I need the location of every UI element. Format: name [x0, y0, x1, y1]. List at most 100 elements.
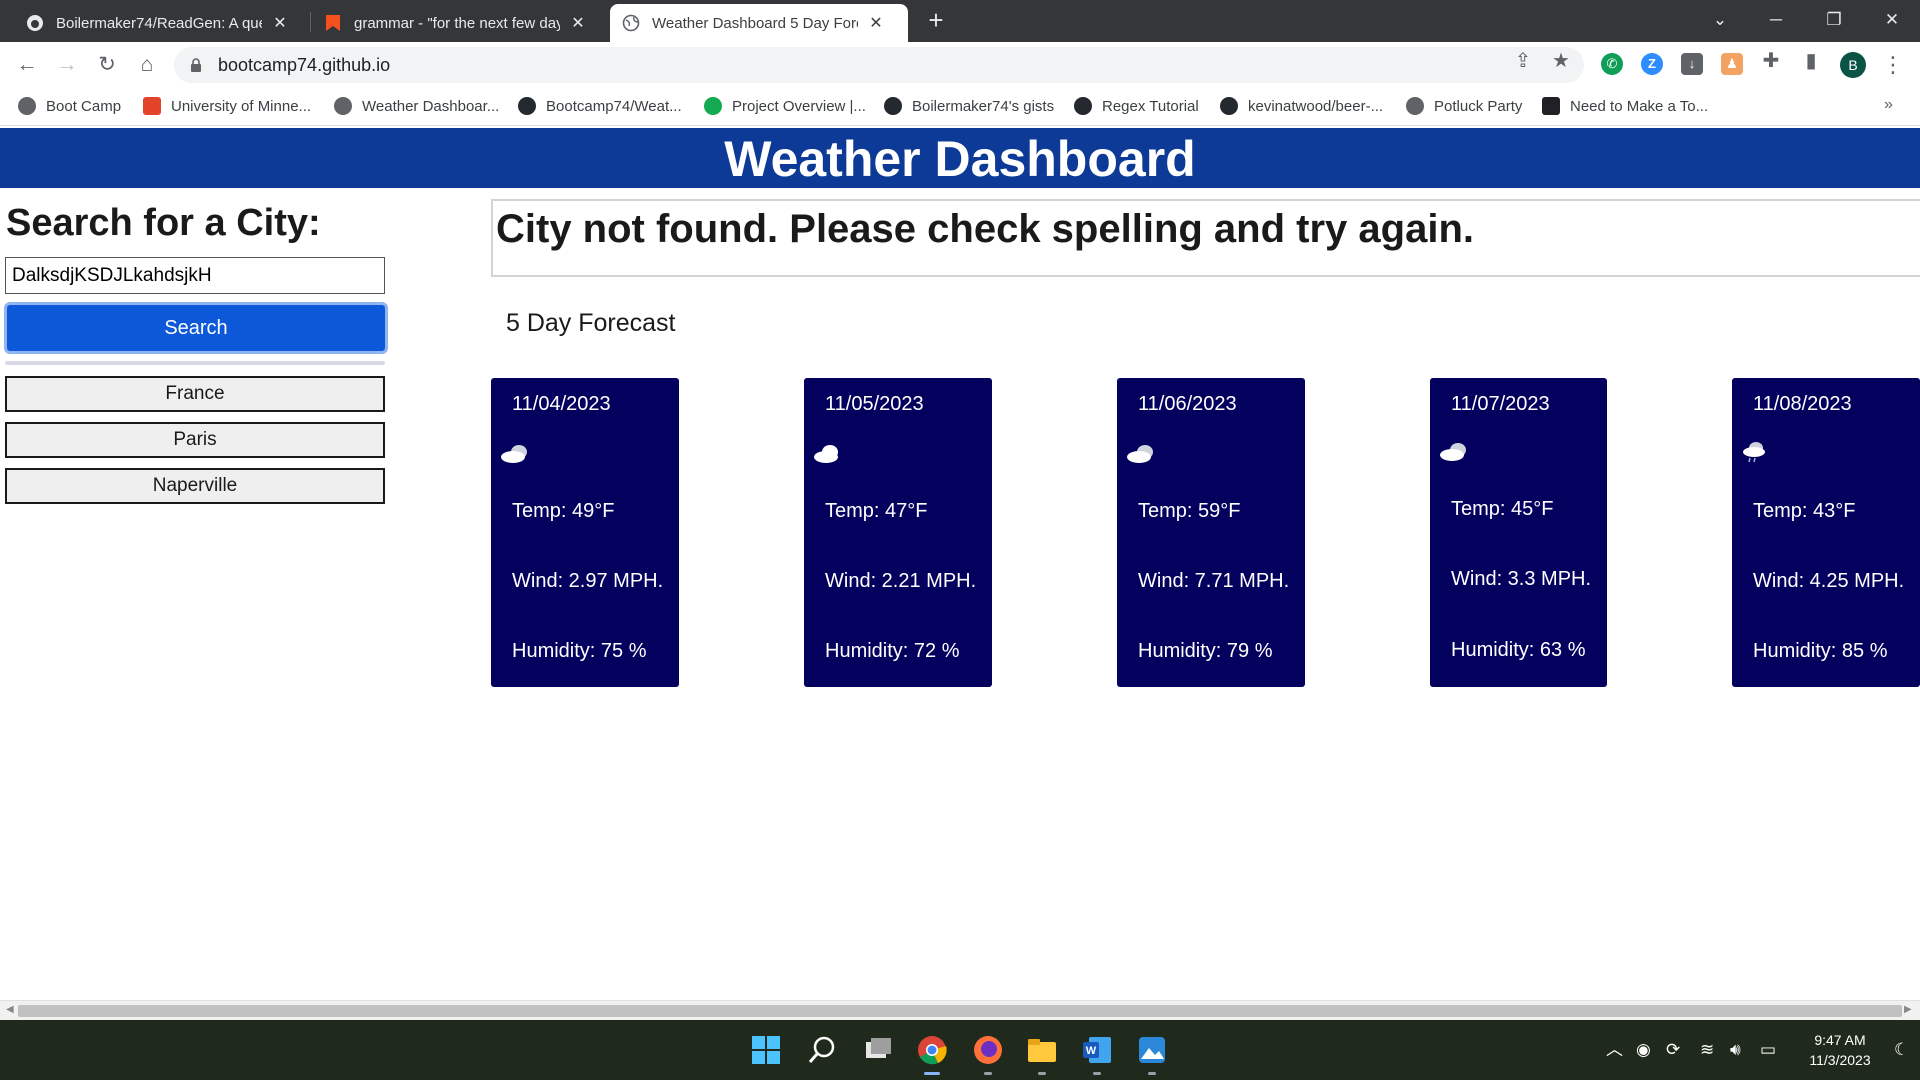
scrollbar-thumb[interactable]	[18, 1005, 1902, 1017]
system-clock[interactable]: 9:47 AM 11/3/2023	[1792, 1030, 1888, 1070]
notifications-icon[interactable]: ☾	[1894, 1038, 1909, 1062]
bookmark-item[interactable]: Weather Dashboar...	[334, 97, 499, 115]
chrome-icon[interactable]	[916, 1034, 948, 1066]
person-extension-icon[interactable]: ♟	[1721, 53, 1743, 75]
tab-title: Boilermaker74/ReadGen: A ques	[56, 14, 262, 32]
minimize-icon[interactable]: ─	[1748, 0, 1804, 42]
forecast-temp: Temp: 43°F	[1753, 500, 1856, 522]
forecast-temp: Temp: 47°F	[825, 500, 928, 522]
volume-icon[interactable]: 🔊︎	[1730, 1038, 1741, 1062]
phone-extension-icon[interactable]: ✆	[1601, 53, 1623, 75]
forecast-heading: 5 Day Forecast	[506, 309, 676, 337]
address-bar[interactable]: bootcamp74.github.io	[174, 47, 1584, 83]
forecast-date: 11/04/2023	[512, 393, 611, 415]
scroll-right-icon[interactable]: ▶	[1904, 1004, 1912, 1015]
gitlab-icon	[143, 97, 161, 115]
extensions-puzzle-icon[interactable]: ✚	[1760, 50, 1782, 72]
share-icon[interactable]: ⇪	[1512, 50, 1534, 72]
search-button[interactable]: Search	[4, 302, 388, 354]
tab-search-icon[interactable]: ⌄	[1692, 0, 1748, 42]
photos-icon[interactable]	[1136, 1034, 1168, 1066]
forecast-wind: Wind: 7.71 MPH.	[1138, 570, 1290, 592]
close-window-icon[interactable]: ✕	[1864, 0, 1920, 42]
file-explorer-icon[interactable]	[1026, 1034, 1058, 1066]
home-icon[interactable]: ⌂	[132, 50, 162, 80]
browser-toolbar: ← → ↻ ⌂ bootcamp74.github.io ⇪ ★ ✆ Z ↓ ♟…	[0, 42, 1920, 88]
forecast-card: 11/07/2023 Temp: 45°F Wind: 3.3 MPH. Hum…	[1430, 378, 1607, 687]
history-city-button[interactable]: Paris	[5, 422, 385, 458]
horizontal-scrollbar[interactable]: ◀ ▶	[0, 1000, 1920, 1020]
back-icon[interactable]: ←	[12, 50, 42, 80]
forecast-card: 11/08/2023 Temp: 43°F Wind: 4.25 MPH. Hu…	[1732, 378, 1920, 687]
new-tab-button[interactable]: +	[922, 6, 950, 34]
windows-taskbar: W ︿ ◉ ⟳ ≋ 🔊︎ ▭ 9:47 AM 11/3/2023 ☾	[0, 1020, 1920, 1080]
browser-tab[interactable]: Boilermaker74/ReadGen: A ques ✕	[14, 4, 300, 42]
download-extension-icon[interactable]: ↓	[1681, 53, 1703, 75]
running-app-indicator	[1038, 1072, 1046, 1075]
cloud-icon	[814, 445, 838, 463]
restore-icon[interactable]: ❐	[1806, 0, 1862, 42]
tray-overflow-icon[interactable]: ︿	[1606, 1038, 1623, 1062]
github-icon	[518, 97, 536, 115]
close-tab-icon[interactable]: ✕	[570, 13, 586, 33]
forecast-temp: Temp: 59°F	[1138, 500, 1241, 522]
github-icon	[884, 97, 902, 115]
windows-start-icon[interactable]	[750, 1034, 782, 1066]
forecast-humidity: Humidity: 63 %	[1451, 639, 1586, 661]
reload-icon[interactable]: ↻	[92, 50, 122, 80]
sync-icon[interactable]: ⟳	[1666, 1038, 1680, 1062]
bookmark-item[interactable]: Boilermaker74's gists	[884, 97, 1054, 115]
clock-time: 9:47 AM	[1814, 1032, 1866, 1048]
search-icon[interactable]	[806, 1034, 838, 1066]
wifi-icon[interactable]: ≋	[1700, 1038, 1714, 1062]
forecast-wind: Wind: 2.21 MPH.	[825, 570, 977, 592]
forecast-wind: Wind: 3.3 MPH.	[1451, 568, 1592, 590]
forward-icon[interactable]: →	[52, 50, 82, 80]
forecast-wind: Wind: 4.25 MPH.	[1753, 570, 1905, 592]
more-bookmarks-icon[interactable]: »	[1884, 96, 1893, 114]
codepen-icon	[1542, 97, 1560, 115]
tab-title: Weather Dashboard 5 Day Forec	[652, 14, 858, 32]
side-panel-icon[interactable]: ▮	[1800, 50, 1822, 72]
bookmark-item[interactable]: Boot Camp	[18, 97, 121, 115]
forecast-humidity: Humidity: 85 %	[1753, 640, 1888, 662]
word-icon[interactable]: W	[1081, 1034, 1113, 1066]
history-city-button[interactable]: Naperville	[5, 468, 385, 504]
forecast-card: 11/06/2023 Temp: 59°F Wind: 7.71 MPH. Hu…	[1117, 378, 1305, 687]
browser-tab-active[interactable]: Weather Dashboard 5 Day Forec ✕	[610, 4, 908, 42]
forecast-humidity: Humidity: 79 %	[1138, 640, 1273, 662]
zoom-extension-icon[interactable]: Z	[1641, 53, 1663, 75]
bookmarks-bar: Boot Camp University of Minne... Weather…	[0, 88, 1920, 126]
search-heading: Search for a City:	[6, 202, 321, 244]
close-tab-icon[interactable]: ✕	[868, 13, 884, 33]
battery-icon[interactable]: ▭	[1760, 1038, 1776, 1062]
forecast-wind: Wind: 2.97 MPH.	[512, 570, 664, 592]
page-content: Weather Dashboard Search for a City: Sea…	[0, 128, 1920, 1000]
star-icon[interactable]: ★	[1550, 50, 1572, 72]
leaf-icon	[704, 97, 722, 115]
bookmark-item[interactable]: Project Overview |...	[704, 97, 866, 115]
history-city-button[interactable]: France	[5, 376, 385, 412]
bookmark-item[interactable]: University of Minne...	[143, 97, 311, 115]
steam-icon[interactable]: ◉	[1636, 1038, 1651, 1062]
bookmark-item[interactable]: Need to Make a To...	[1542, 97, 1708, 115]
cloud-icon	[501, 445, 527, 463]
bookmark-item[interactable]: Bootcamp74/Weat...	[518, 97, 682, 115]
bookmark-item[interactable]: Regex Tutorial	[1074, 97, 1199, 115]
scroll-left-icon[interactable]: ◀	[6, 1004, 14, 1015]
firefox-icon[interactable]	[972, 1034, 1004, 1066]
task-view-icon[interactable]	[862, 1034, 894, 1066]
profile-avatar[interactable]: B	[1840, 52, 1866, 78]
error-message: City not found. Please check spelling an…	[491, 199, 1920, 277]
city-search-input[interactable]	[5, 257, 385, 294]
tab-title: grammar - "for the next few day	[354, 14, 560, 32]
menu-kebab-icon[interactable]: ⋮	[1882, 51, 1904, 79]
globe-icon	[18, 97, 36, 115]
svg-text:W: W	[1086, 1045, 1097, 1057]
close-tab-icon[interactable]: ✕	[272, 13, 288, 33]
browser-tab[interactable]: grammar - "for the next few day ✕	[312, 4, 598, 42]
bookmark-item[interactable]: kevinatwood/beer-...	[1220, 97, 1383, 115]
page-title: Weather Dashboard	[0, 128, 1920, 188]
bookmark-item[interactable]: Potluck Party	[1406, 97, 1522, 115]
github-icon	[1074, 97, 1092, 115]
